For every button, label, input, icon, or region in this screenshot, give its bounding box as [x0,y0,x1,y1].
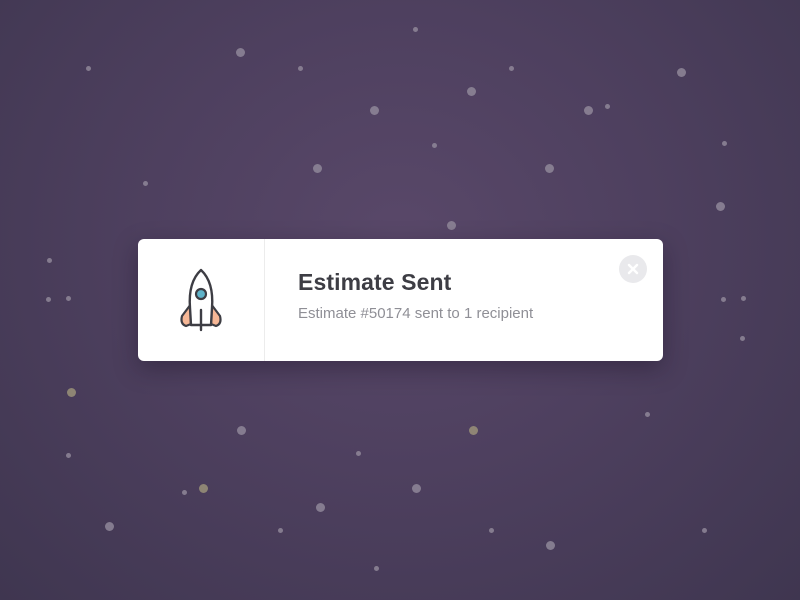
star [278,528,283,533]
close-icon [627,263,639,275]
star [722,141,727,146]
star [702,528,707,533]
star [86,66,91,71]
star [721,297,726,302]
star [509,66,514,71]
star [546,541,555,550]
toast-message: Estimate #50174 sent to 1 recipient [298,305,534,322]
star [237,426,246,435]
star [316,503,325,512]
star [645,412,650,417]
star [605,104,610,109]
star [584,106,593,115]
star [105,522,114,531]
star [545,164,554,173]
star [412,484,421,493]
star [469,426,478,435]
star [374,566,379,571]
star [467,87,476,96]
star [356,451,361,456]
toast-body: Estimate Sent Estimate #50174 sent to 1 … [265,239,663,361]
star [313,164,322,173]
star [66,296,71,301]
star [489,528,494,533]
toast-title: Estimate Sent [298,269,452,295]
star [677,68,686,77]
star [182,490,187,495]
star [432,143,437,148]
close-button[interactable] [619,255,647,283]
star [298,66,303,71]
notification-toast: Estimate Sent Estimate #50174 sent to 1 … [138,239,663,361]
star [370,106,379,115]
star [46,297,51,302]
star [740,336,745,341]
rocket-icon [180,268,222,332]
star [66,453,71,458]
toast-icon-area [138,239,265,361]
star [741,296,746,301]
star [716,202,725,211]
star [199,484,208,493]
star [67,388,76,397]
star [447,221,456,230]
star [143,181,148,186]
star [413,27,418,32]
star [236,48,245,57]
star [47,258,52,263]
